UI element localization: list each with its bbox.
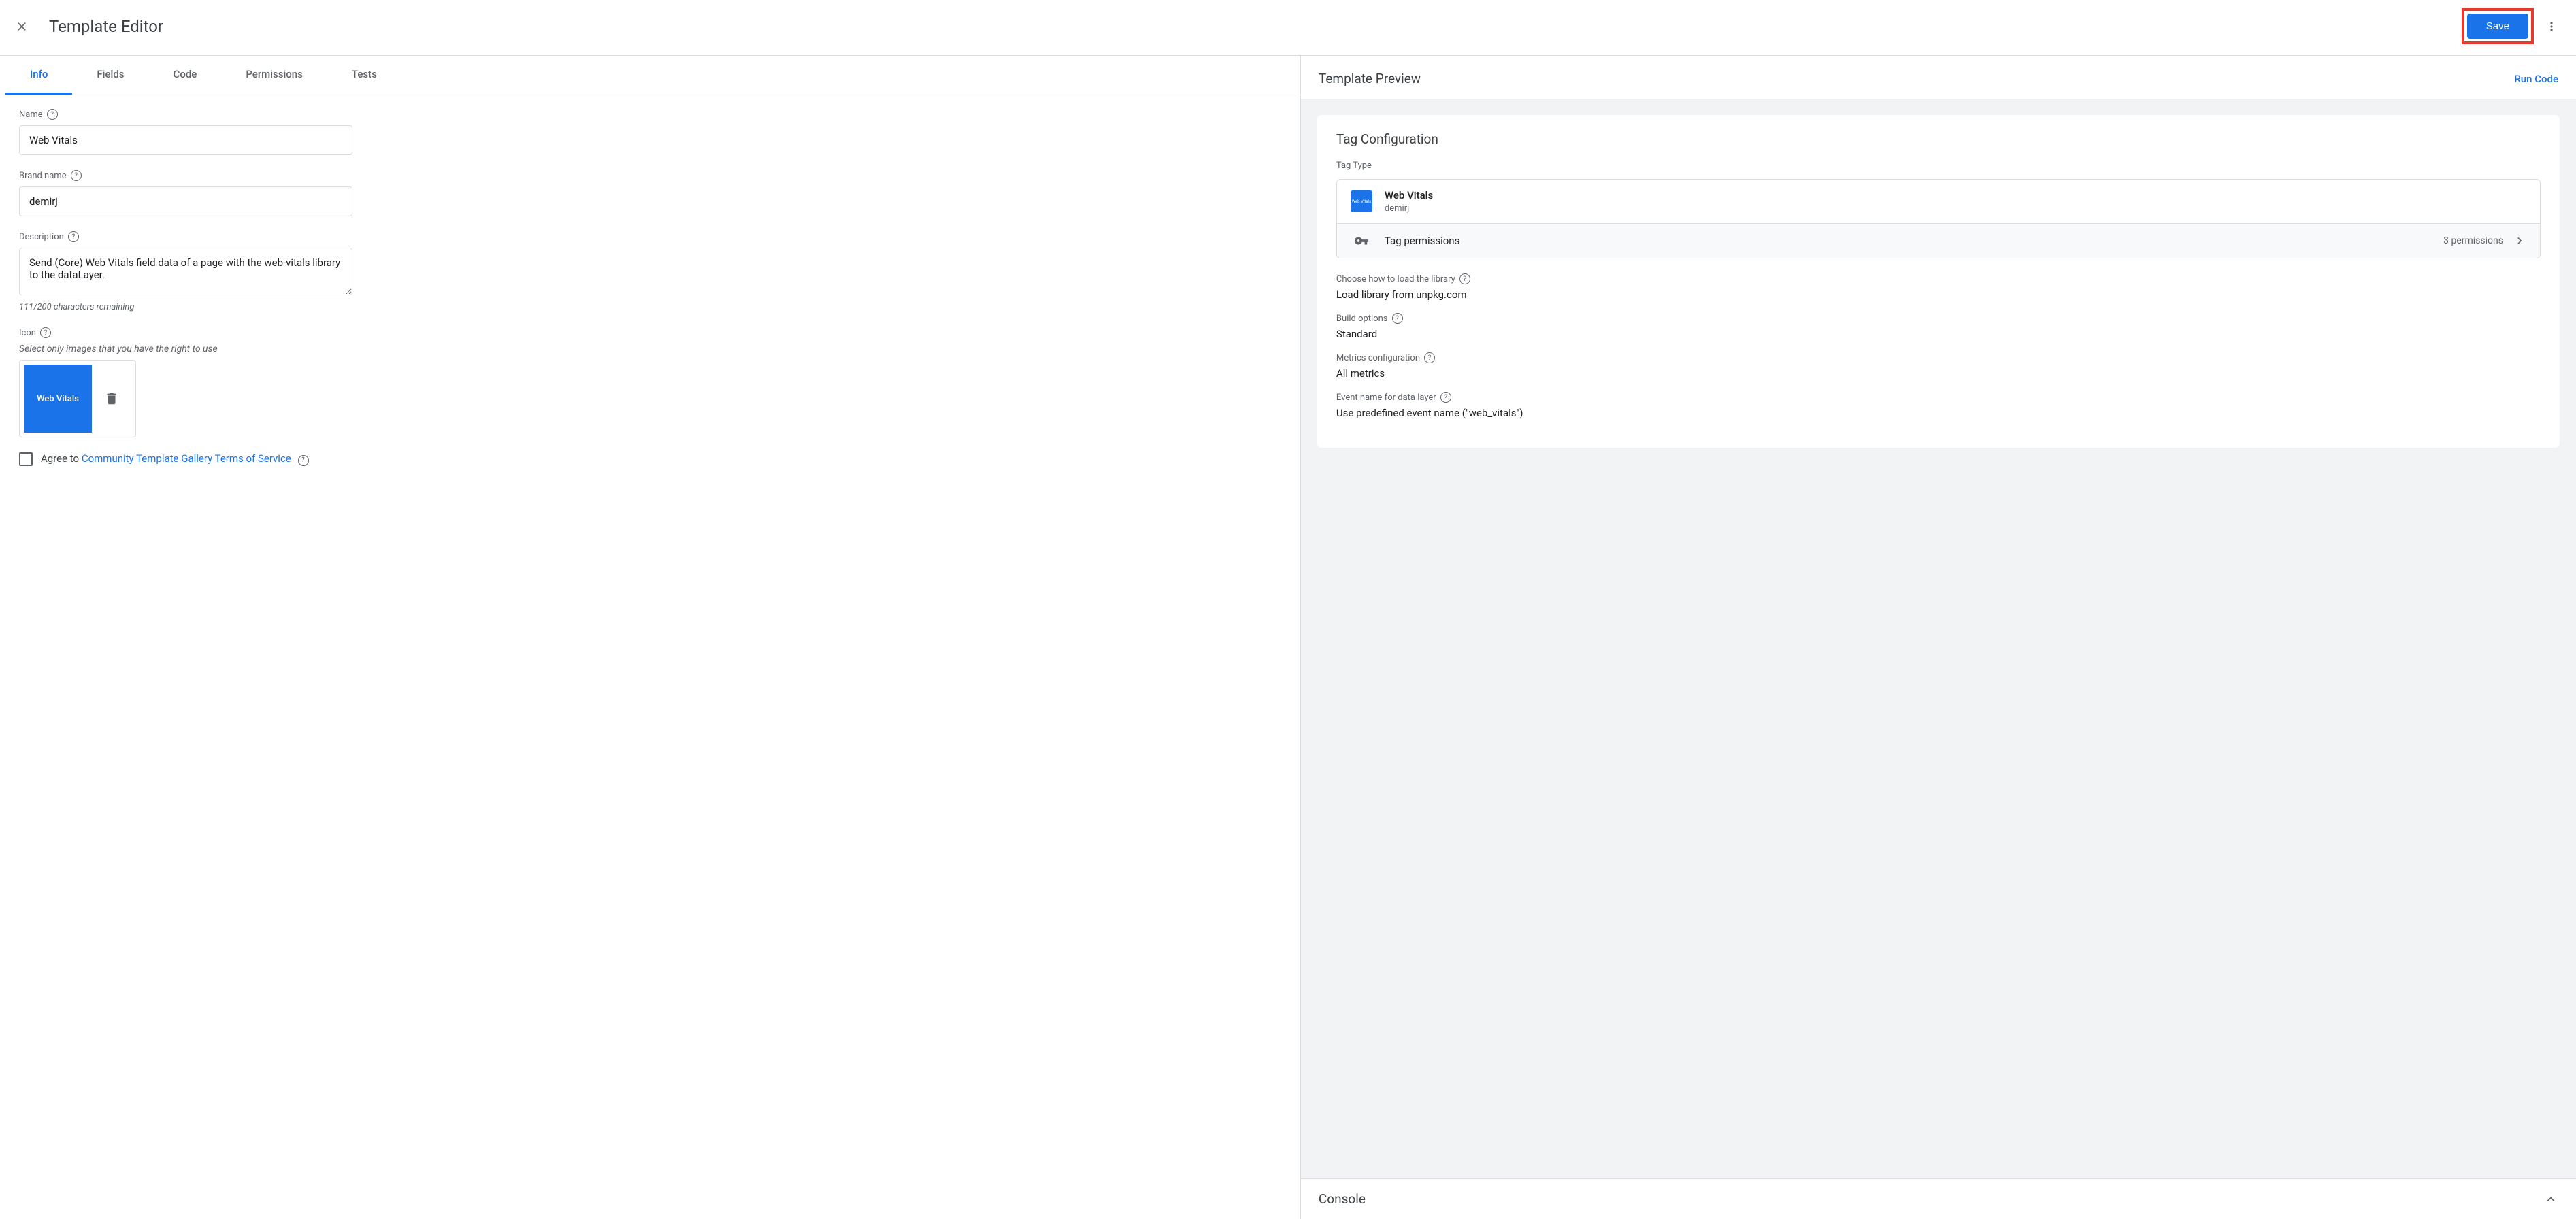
tag-name: Web Vitals (1385, 189, 1433, 201)
settings-list: Choose how to load the library ? Load li… (1336, 273, 2541, 419)
left-pane: Info Fields Code Permissions Tests Name … (0, 56, 1301, 1219)
run-code-button[interactable]: Run Code (2514, 73, 2558, 85)
tag-config-card: Tag Configuration Tag Type Web Vitals We… (1317, 115, 2560, 448)
key-icon (1354, 233, 1369, 248)
setting-label: Build options ? (1336, 313, 2541, 324)
setting-item: Choose how to load the library ? Load li… (1336, 273, 2541, 301)
setting-label-text: Choose how to load the library (1336, 274, 1455, 284)
agree-row: Agree to Community Template Gallery Term… (19, 452, 1281, 466)
tag-permissions-row[interactable]: Tag permissions 3 permissions (1337, 223, 2540, 258)
tag-brand: demirj (1385, 203, 1433, 214)
save-highlight-box: Save (2462, 8, 2534, 44)
tab-permissions[interactable]: Permissions (221, 56, 327, 95)
preview-body: Tag Configuration Tag Type Web Vitals We… (1301, 99, 2576, 1178)
name-label-row: Name ? (19, 109, 1281, 120)
console-toggle[interactable]: Console (1301, 1178, 2576, 1219)
name-input[interactable] (19, 125, 352, 155)
help-icon[interactable]: ? (47, 109, 58, 120)
header: Template Editor Save (0, 0, 2576, 56)
setting-value: Load library from unpkg.com (1336, 288, 2541, 301)
help-icon[interactable]: ? (1459, 273, 1470, 284)
desc-label-row: Description ? (19, 231, 1281, 242)
icon-hint: Select only images that you have the rig… (19, 344, 1281, 354)
terms-link[interactable]: Community Template Gallery Terms of Serv… (82, 452, 291, 465)
form-area: Name ? Brand name ? Description ? 111/20 (0, 95, 1300, 1219)
brand-label-row: Brand name ? (19, 170, 1281, 181)
field-name: Name ? (19, 109, 1281, 155)
permissions-count: 3 permissions (2443, 235, 2503, 246)
field-description: Description ? 111/200 characters remaini… (19, 231, 1281, 312)
preview-header: Template Preview Run Code (1301, 56, 2576, 99)
description-input[interactable] (19, 248, 352, 295)
icon-label-row: Icon ? (19, 327, 1281, 338)
tabs: Info Fields Code Permissions Tests (0, 56, 1300, 95)
chevron-wrapper (2513, 234, 2526, 248)
agree-text: Agree to Community Template Gallery Term… (41, 452, 309, 466)
setting-item: Metrics configuration ? All metrics (1336, 352, 2541, 380)
key-icon-wrapper (1351, 233, 1372, 248)
brand-label: Brand name (19, 171, 67, 181)
main: Info Fields Code Permissions Tests Name … (0, 56, 2576, 1219)
help-icon[interactable]: ? (298, 455, 309, 466)
save-button[interactable]: Save (2467, 14, 2528, 39)
help-icon[interactable]: ? (40, 327, 51, 338)
help-icon[interactable]: ? (71, 170, 82, 181)
trash-icon (104, 391, 119, 406)
tag-row: Web Vitals Web Vitals demirj (1337, 180, 2540, 223)
tab-fields[interactable]: Fields (72, 56, 148, 95)
tab-tests[interactable]: Tests (327, 56, 401, 95)
agree-checkbox[interactable] (19, 452, 33, 466)
tab-code[interactable]: Code (149, 56, 222, 95)
desc-label: Description (19, 232, 64, 242)
delete-icon-button[interactable] (104, 386, 131, 412)
setting-value: All metrics (1336, 367, 2541, 380)
setting-label-text: Event name for data layer (1336, 393, 1436, 403)
card-title: Tag Configuration (1336, 131, 2541, 147)
field-icon: Icon ? Select only images that you have … (19, 327, 1281, 437)
header-left: Template Editor (14, 17, 163, 36)
icon-preview: Web Vitals (24, 365, 92, 433)
setting-item: Event name for data layer ? Use predefin… (1336, 392, 2541, 419)
header-right: Save (2462, 8, 2560, 44)
tag-type-box: Web Vitals Web Vitals demirj Tag permiss… (1336, 179, 2541, 258)
page-title: Template Editor (49, 17, 163, 36)
permissions-label: Tag permissions (1385, 235, 2443, 247)
tag-type-label: Tag Type (1336, 161, 2541, 171)
help-icon[interactable]: ? (1424, 352, 1435, 363)
right-pane: Template Preview Run Code Tag Configurat… (1301, 56, 2576, 1219)
char-count: 111/200 characters remaining (19, 302, 1281, 312)
name-label: Name (19, 110, 43, 120)
setting-label: Event name for data layer ? (1336, 392, 2541, 403)
setting-label: Metrics configuration ? (1336, 352, 2541, 363)
more-vert-icon (2545, 20, 2558, 33)
setting-value: Standard (1336, 328, 2541, 340)
setting-label-text: Metrics configuration (1336, 353, 1420, 363)
agree-prefix: Agree to (41, 452, 82, 465)
preview-title: Template Preview (1319, 71, 1421, 86)
setting-value: Use predefined event name ("web_vitals") (1336, 407, 2541, 419)
icon-label: Icon (19, 328, 36, 338)
setting-item: Build options ? Standard (1336, 313, 2541, 340)
help-icon[interactable]: ? (1440, 392, 1451, 403)
setting-label: Choose how to load the library ? (1336, 273, 2541, 284)
chevron-up-icon (2543, 1192, 2558, 1207)
chevron-wrapper (2543, 1192, 2558, 1207)
console-label: Console (1319, 1191, 1366, 1207)
help-icon[interactable]: ? (68, 231, 79, 242)
more-button[interactable] (2543, 18, 2560, 35)
close-icon (15, 20, 29, 33)
tag-icon: Web Vitals (1351, 190, 1372, 212)
close-button[interactable] (14, 18, 30, 35)
tab-info[interactable]: Info (5, 56, 72, 95)
field-brand: Brand name ? (19, 170, 1281, 216)
help-icon[interactable]: ? (1392, 313, 1403, 324)
icon-box: Web Vitals (19, 360, 136, 437)
setting-label-text: Build options (1336, 314, 1388, 324)
tag-info: Web Vitals demirj (1385, 189, 1433, 214)
chevron-right-icon (2513, 234, 2526, 248)
brand-input[interactable] (19, 186, 352, 216)
